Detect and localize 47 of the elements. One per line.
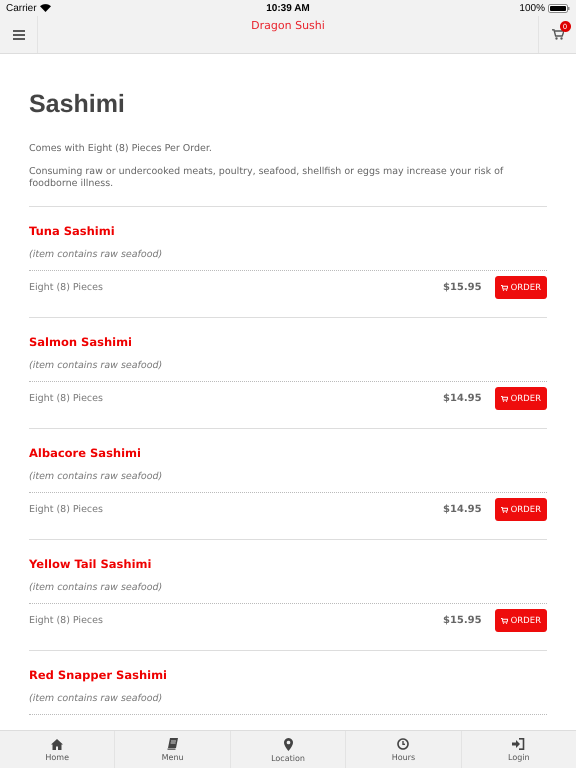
order-button[interactable]: ORDER xyxy=(494,498,547,521)
page-title: Sashimi xyxy=(29,90,126,119)
portion-text: Eight (8) Pieces xyxy=(29,282,104,293)
cart-icon[interactable] xyxy=(552,29,564,40)
tab-button[interactable]: Location xyxy=(230,731,346,768)
tab-button[interactable]: Login xyxy=(462,731,576,768)
order-button[interactable]: ORDER xyxy=(494,276,547,299)
cart-icon xyxy=(500,284,508,290)
sign-in-icon xyxy=(512,738,526,750)
tab-button[interactable]: Home xyxy=(0,731,116,768)
item-price: $15.95 xyxy=(442,615,482,626)
home-icon xyxy=(51,738,64,750)
map-pin-icon xyxy=(284,738,293,750)
portion-text: Eight (8) Pieces xyxy=(29,393,104,404)
item-note: (item contains raw seafood) xyxy=(29,249,164,260)
tab-button[interactable]: Menu xyxy=(115,731,231,768)
portion-text: Eight (8) Pieces xyxy=(29,615,104,626)
item-price: $15.95 xyxy=(442,282,482,293)
battery-icon xyxy=(548,4,570,12)
info-text: Consuming raw or undercooked meats, poultry, seafood, shellfish or eggs may increase your risk of foodborne illness. xyxy=(29,166,504,190)
item-price: $14.95 xyxy=(442,393,482,404)
info-text: Comes with Eight (8) Pieces Per Order. xyxy=(29,143,213,155)
item-name: Albacore Sashimi xyxy=(29,446,142,460)
portion-text: Eight (8) Pieces xyxy=(29,504,104,515)
cart-icon xyxy=(500,506,508,512)
item-name: Salmon Sashimi xyxy=(29,335,134,349)
item-note: (item contains raw seafood) xyxy=(29,693,164,704)
book-icon xyxy=(167,738,178,750)
order-button[interactable]: ORDER xyxy=(494,609,547,632)
clock-icon xyxy=(397,738,410,750)
cart-icon xyxy=(500,618,508,624)
battery-percent: 100% xyxy=(519,2,545,14)
item-name: Yellow Tail Sashimi xyxy=(29,557,152,571)
clock-time: 10:39 AM xyxy=(266,2,310,14)
carrier-label: Carrier xyxy=(6,2,37,14)
wifi-icon xyxy=(40,4,51,12)
menu-icon[interactable] xyxy=(12,30,24,40)
restaurant-title: Dragon Sushi xyxy=(250,18,326,34)
order-button[interactable]: ORDER xyxy=(494,387,547,410)
item-note: (item contains raw seafood) xyxy=(29,360,164,371)
item-name: Tuna Sashimi xyxy=(29,224,116,238)
item-note: (item contains raw seafood) xyxy=(29,582,164,593)
tab-button[interactable]: Hours xyxy=(346,731,462,768)
item-price: $14.95 xyxy=(442,504,482,515)
item-note: (item contains raw seafood) xyxy=(29,471,164,482)
cart-icon xyxy=(500,396,508,402)
item-name: Red Snapper Sashimi xyxy=(29,668,168,682)
